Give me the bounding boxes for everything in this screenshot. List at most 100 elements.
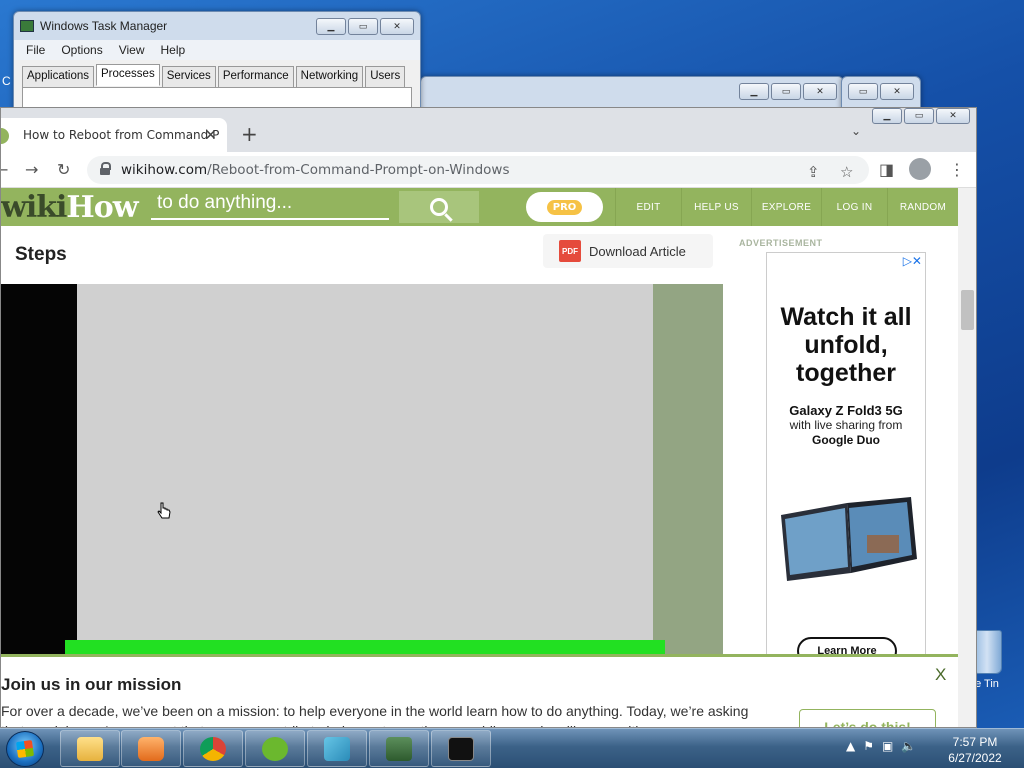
minimize-button[interactable]: ▁ xyxy=(316,18,346,35)
mission-title: Join us in our mission xyxy=(1,675,182,694)
folding-phone-image xyxy=(781,497,917,581)
wikihow-logo[interactable]: wikiHow xyxy=(1,190,139,225)
url-path: /Reboot-from-Command-Prompt-on-Windows xyxy=(207,162,510,178)
video-letterbox xyxy=(1,284,77,654)
tab-applications[interactable]: Applications xyxy=(22,66,95,88)
nav-log-in[interactable]: LOG IN xyxy=(821,188,887,226)
tab-users[interactable]: Users xyxy=(365,66,406,88)
logo-wiki: wiki xyxy=(1,190,67,225)
ad-subtext: with live sharing from xyxy=(789,418,903,432)
browser-tab[interactable]: How to Reboot from Command P ✕ xyxy=(1,118,227,152)
network-icon[interactable]: ▣ xyxy=(882,739,893,753)
start-button[interactable] xyxy=(6,731,44,767)
donation-banner: Join us in our mission X For over a deca… xyxy=(1,654,958,727)
tab-close-icon[interactable]: ✕ xyxy=(204,126,217,144)
download-article-button[interactable]: PDF Download Article xyxy=(543,234,713,268)
pro-button[interactable]: PRO xyxy=(526,192,603,222)
folder-icon xyxy=(77,737,103,761)
advertisement-label: ADVERTISEMENT xyxy=(739,238,823,248)
tab-performance[interactable]: Performance xyxy=(217,66,294,88)
video-player[interactable] xyxy=(77,284,653,654)
volume-icon[interactable]: 🔈 xyxy=(901,739,916,753)
show-hidden-icons-icon[interactable]: ▲ xyxy=(846,739,855,753)
mission-close-button[interactable]: X xyxy=(935,665,946,685)
scrollbar-thumb[interactable] xyxy=(961,290,974,330)
minimize-button[interactable]: ▁ xyxy=(739,83,769,100)
ad-choices-close-icon[interactable]: ▷✕ xyxy=(903,254,922,268)
menu-options[interactable]: Options xyxy=(61,43,102,57)
search-icon xyxy=(430,198,448,216)
menu-help[interactable]: Help xyxy=(161,43,186,57)
taskbar-task-manager[interactable] xyxy=(369,730,429,767)
mission-body: For over a decade, we’ve been on a missi… xyxy=(1,703,749,727)
nav-explore[interactable]: EXPLORE xyxy=(751,188,821,226)
chrome-window[interactable]: How to Reboot from Command P ✕ + ⌄ ▁ ▭ ✕… xyxy=(0,107,977,728)
window-title: Windows Task Manager xyxy=(40,19,168,33)
clock-date: 6/27/2022 xyxy=(948,751,1002,765)
close-button[interactable]: ✕ xyxy=(803,83,837,100)
lock-icon[interactable] xyxy=(100,162,111,175)
maximize-button[interactable]: ▭ xyxy=(904,108,934,124)
forward-arrow-icon[interactable]: → xyxy=(25,160,38,179)
nav-help-us[interactable]: HELP US xyxy=(681,188,751,226)
back-arrow-icon[interactable]: ← xyxy=(1,160,8,179)
new-tab-button[interactable]: + xyxy=(241,122,258,146)
menu-file[interactable]: File xyxy=(26,43,45,57)
registry-icon xyxy=(324,737,350,761)
taskbar-command-prompt[interactable] xyxy=(431,730,491,767)
logo-how: How xyxy=(66,190,138,225)
tab-services[interactable]: Services xyxy=(161,66,216,88)
maximize-button[interactable]: ▭ xyxy=(848,83,878,100)
maximize-button[interactable]: ▭ xyxy=(348,18,378,35)
menu-bar: File Options View Help xyxy=(14,40,420,60)
search-button[interactable] xyxy=(399,191,479,223)
tab-search-chevron-icon[interactable]: ⌄ xyxy=(851,124,861,138)
menu-dots-icon[interactable]: ⋮ xyxy=(949,160,965,179)
taskbar: ▲ ⚑ ▣ 🔈 7:57 PM 6/27/2022 xyxy=(0,728,1024,768)
video-progress-bar[interactable] xyxy=(65,640,665,654)
side-panel-icon[interactable]: ◨ xyxy=(879,160,894,179)
nav-edit[interactable]: EDIT xyxy=(615,188,681,226)
tab-strip: Applications Processes Services Performa… xyxy=(22,64,412,88)
minimize-button[interactable]: ▁ xyxy=(872,108,902,124)
bookmark-star-icon[interactable]: ☆ xyxy=(840,163,853,181)
command-prompt-icon xyxy=(448,737,474,761)
system-tray: ▲ ⚑ ▣ 🔈 xyxy=(846,739,916,753)
media-player-icon xyxy=(138,737,164,761)
close-button[interactable]: ✕ xyxy=(936,108,970,124)
maximize-button[interactable]: ▭ xyxy=(771,83,801,100)
nav-random[interactable]: RANDOM xyxy=(887,188,958,226)
wikihow-favicon xyxy=(1,128,9,144)
action-center-icon[interactable]: ⚑ xyxy=(863,739,874,753)
reload-icon[interactable]: ↻ xyxy=(57,160,70,179)
task-manager-icon xyxy=(386,737,412,761)
taskbar-media-player[interactable] xyxy=(121,730,181,767)
steps-header: Steps PDF Download Article xyxy=(1,226,723,284)
search-input[interactable]: to do anything... xyxy=(151,192,389,220)
tab-processes[interactable]: Processes xyxy=(96,64,160,86)
page-content: wikiHow to do anything... PRO EDIT HELP … xyxy=(1,188,958,727)
task-manager-icon xyxy=(20,20,34,32)
scrollbar[interactable] xyxy=(958,188,976,727)
profile-avatar-icon[interactable] xyxy=(909,158,931,180)
address-bar[interactable]: wikihow.com/Reboot-from-Command-Prompt-o… xyxy=(87,156,869,184)
close-button[interactable]: ✕ xyxy=(380,18,414,35)
advertisement-banner[interactable]: ▷✕ Watch it all unfold, together Galaxy … xyxy=(766,252,926,665)
share-icon[interactable]: ⇪ xyxy=(807,163,820,181)
menu-view[interactable]: View xyxy=(119,43,145,57)
browser-toolbar: ← → ↻ wikihow.com/Reboot-from-Command-Pr… xyxy=(1,152,976,188)
taskbar-chrome[interactable] xyxy=(183,730,243,767)
url-host: wikihow.com xyxy=(121,162,208,178)
lets-do-this-button[interactable]: Let’s do this! xyxy=(799,709,936,727)
clock[interactable]: 7:57 PM 6/27/2022 xyxy=(940,734,1010,766)
utorrent-icon xyxy=(262,737,288,761)
taskbar-utorrent[interactable] xyxy=(245,730,305,767)
ad-product: Galaxy Z Fold3 5G xyxy=(789,403,903,418)
ad-headline: Watch it all unfold, together xyxy=(780,303,912,387)
taskbar-explorer[interactable] xyxy=(60,730,120,767)
tab-networking[interactable]: Networking xyxy=(295,66,364,88)
desktop-icon-fragment: C xyxy=(2,74,11,88)
close-button[interactable]: ✕ xyxy=(880,83,914,100)
tab-bar: How to Reboot from Command P ✕ + ⌄ ▁ ▭ ✕ xyxy=(1,108,976,152)
taskbar-registry[interactable] xyxy=(307,730,367,767)
